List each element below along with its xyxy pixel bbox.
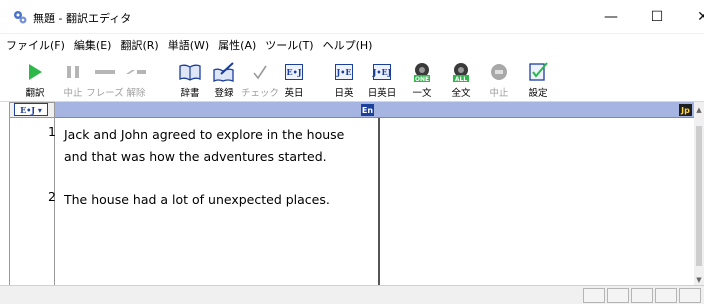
title-bar: 無題 - 翻訳エディタ — ☐ ✕ bbox=[0, 0, 704, 34]
all-sentences-button[interactable]: ALL 全文 bbox=[446, 59, 476, 99]
scroll-down-arrow-icon[interactable]: ▼ bbox=[694, 276, 704, 284]
en-ja-icon: E•J bbox=[285, 64, 303, 80]
menu-tools[interactable]: ツール(T) bbox=[265, 37, 313, 53]
ja-en-button[interactable]: J•E 日英 bbox=[329, 59, 359, 99]
en-ja-label: 英日 bbox=[284, 88, 304, 99]
one-sentence-icon: ONE bbox=[414, 63, 430, 83]
pencil-book-icon bbox=[213, 62, 234, 82]
target-language-badge: Jp bbox=[679, 104, 692, 116]
status-cell bbox=[655, 288, 677, 303]
menu-translate[interactable]: 翻訳(R) bbox=[120, 37, 158, 53]
toolbar: 翻訳 中止 フレーズ 解除 辞書 登録 チェック E•J 英日 J•E 日英 J… bbox=[0, 56, 704, 102]
source-sentence-line[interactable]: The house had a lot of unexpected places… bbox=[64, 189, 376, 211]
app-gears-icon bbox=[14, 11, 27, 24]
release-button[interactable]: 解除 bbox=[121, 59, 151, 99]
ja-en-icon: J•E bbox=[335, 64, 353, 80]
menu-bar: ファイル(F) 編集(E) 翻訳(R) 単語(W) 属性(A) ツール(T) ヘ… bbox=[0, 34, 704, 56]
source-sentence-line[interactable]: Jack and John agreed to explore in the h… bbox=[64, 124, 376, 146]
maximize-button[interactable]: ☐ bbox=[634, 0, 680, 34]
menu-edit[interactable]: 編集(E) bbox=[74, 37, 112, 53]
status-cell bbox=[631, 288, 653, 303]
check-button[interactable]: チェック bbox=[241, 59, 279, 99]
register-button[interactable]: 登録 bbox=[209, 59, 239, 99]
source-sentence-line[interactable]: and that was how the adventures started. bbox=[64, 146, 376, 168]
sentence-number: 1 bbox=[48, 124, 56, 139]
all-text: ALL bbox=[455, 76, 467, 83]
stop-hand-icon bbox=[491, 64, 507, 80]
minimize-button[interactable]: — bbox=[588, 0, 634, 34]
ja-en-ja-icon: J•EJ bbox=[373, 64, 391, 80]
source-language-badge: En bbox=[361, 104, 374, 116]
play-icon bbox=[29, 64, 42, 80]
status-cell bbox=[583, 288, 605, 303]
one-sentence-label: 一文 bbox=[412, 88, 432, 99]
dictionary-button[interactable]: 辞書 bbox=[175, 59, 205, 99]
source-pane-header bbox=[55, 102, 380, 118]
ja-en-ja-button[interactable]: J•EJ 日英日 bbox=[367, 59, 397, 99]
translation-direction-dropdown[interactable]: E•J ▾ bbox=[14, 103, 48, 116]
all-sentences-label: 全文 bbox=[451, 88, 471, 99]
release-icon bbox=[126, 70, 146, 74]
book-icon bbox=[179, 64, 201, 81]
status-bar bbox=[0, 285, 704, 304]
one-sentence-button[interactable]: ONE 一文 bbox=[407, 59, 437, 99]
close-button[interactable]: ✕ bbox=[680, 0, 704, 34]
release-label: 解除 bbox=[126, 88, 146, 99]
sentence-number: 2 bbox=[48, 189, 56, 204]
settings-check-icon bbox=[529, 62, 548, 81]
status-cell bbox=[679, 288, 701, 303]
menu-help[interactable]: ヘルプ(H) bbox=[323, 37, 373, 53]
phrase-bar-icon bbox=[95, 70, 115, 74]
menu-file[interactable]: ファイル(F) bbox=[6, 37, 65, 53]
translate-button[interactable]: 翻訳 bbox=[20, 59, 50, 99]
status-cell bbox=[607, 288, 629, 303]
settings-label: 設定 bbox=[528, 88, 548, 99]
ja-en-ja-label: 日英日 bbox=[367, 88, 397, 99]
en-ja-button[interactable]: E•J 英日 bbox=[279, 59, 309, 99]
pause-icon bbox=[67, 66, 79, 78]
settings-button[interactable]: 設定 bbox=[523, 59, 553, 99]
stop-translation-button[interactable]: 中止 bbox=[484, 59, 514, 99]
all-sentences-icon: ALL bbox=[453, 63, 469, 83]
menu-word[interactable]: 単語(W) bbox=[168, 37, 209, 53]
stop-translation-label: 中止 bbox=[489, 88, 509, 99]
window-title: 無題 - 翻訳エディタ bbox=[33, 12, 132, 25]
menu-attribute[interactable]: 属性(A) bbox=[218, 37, 256, 53]
scrollbar-thumb[interactable] bbox=[696, 126, 702, 266]
ja-en-label: 日英 bbox=[334, 88, 354, 99]
target-text-pane[interactable] bbox=[380, 118, 694, 285]
scroll-up-arrow-icon[interactable]: ▲ bbox=[694, 106, 704, 114]
target-pane-header bbox=[380, 102, 694, 118]
checkmark-icon bbox=[253, 65, 267, 80]
one-text: ONE bbox=[415, 76, 429, 83]
translate-label: 翻訳 bbox=[25, 88, 45, 99]
